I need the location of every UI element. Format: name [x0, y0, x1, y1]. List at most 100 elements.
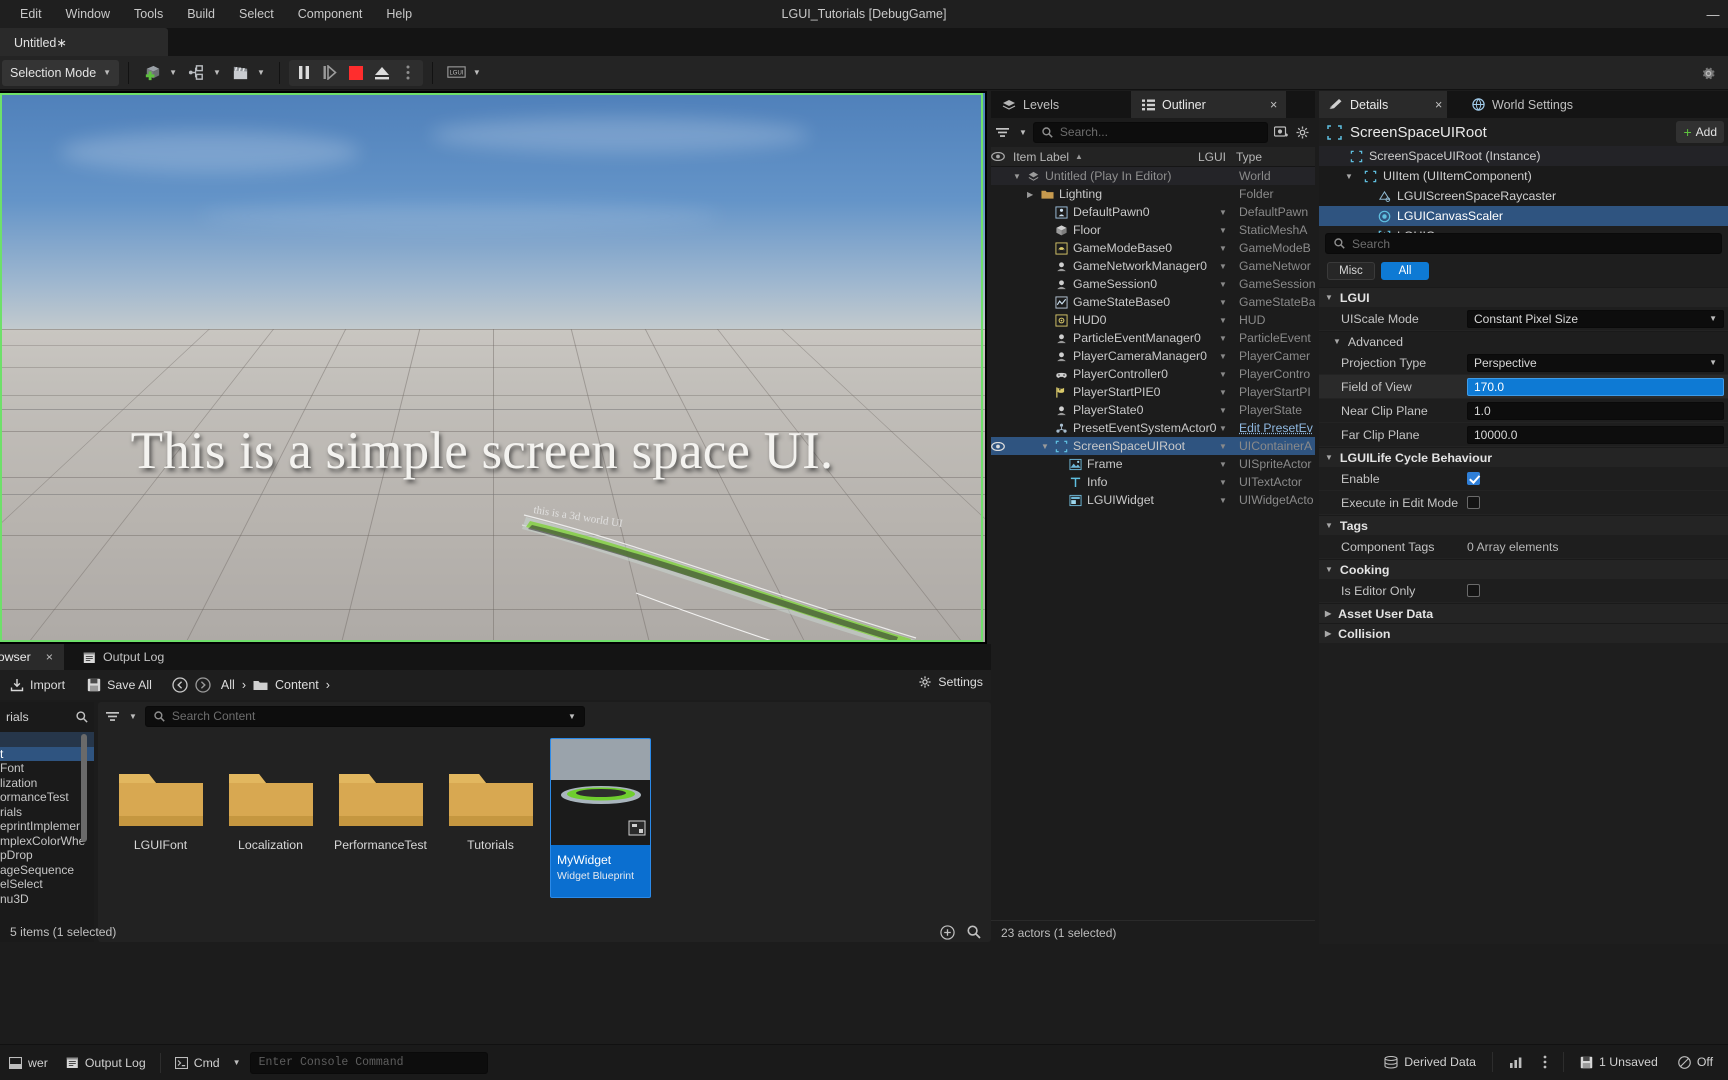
performance-button[interactable] — [1500, 1050, 1532, 1074]
pause-button[interactable] — [291, 61, 317, 85]
row-chevron-down-icon[interactable]: ▼ — [1219, 460, 1227, 469]
property-category-advanced[interactable]: ▼ Advanced — [1319, 331, 1728, 351]
status-more-button[interactable] — [1534, 1050, 1556, 1074]
outliner-row-preseteventsystemactor0[interactable]: PresetEventSystemActor0 ▼ Edit PresetEv — [991, 419, 1315, 437]
row-chevron-down-icon[interactable]: ▼ — [1219, 334, 1227, 343]
asset-search-input[interactable]: Search Content ▼ — [144, 705, 585, 727]
source-tree-item[interactable]: t — [0, 746, 94, 761]
forward-button[interactable] — [195, 677, 211, 693]
outliner-close-button[interactable]: × — [1259, 91, 1288, 118]
add-component-button[interactable]: + Add — [1676, 121, 1724, 143]
stop-button[interactable] — [343, 61, 369, 85]
outliner-settings-button[interactable] — [1295, 125, 1310, 140]
close-icon[interactable]: × — [46, 650, 53, 664]
editor-settings-button[interactable] — [1694, 56, 1722, 90]
expander-icon[interactable]: ▶ — [1027, 190, 1040, 199]
outliner-search-input[interactable]: Search... — [1032, 121, 1268, 143]
row-chevron-down-icon[interactable]: ▼ — [1219, 352, 1227, 361]
menu-item-tools[interactable]: Tools — [122, 0, 175, 28]
column-lgui[interactable]: LGUI — [1198, 150, 1226, 164]
derived-data-button[interactable]: Derived Data — [1375, 1050, 1485, 1074]
outliner-row-gamestatebase0[interactable]: GameStateBase0 ▼ GameStateBa — [991, 293, 1315, 311]
source-tree-item[interactable]: mplexColorWhe — [0, 834, 94, 849]
menu-item-select[interactable]: Select — [227, 0, 286, 28]
more-options-button[interactable] — [395, 61, 421, 85]
outliner-row-particleeventmanager0[interactable]: ParticleEventManager0 ▼ ParticleEvent — [991, 329, 1315, 347]
details-search-input[interactable]: Search — [1325, 233, 1722, 254]
row-chevron-down-icon[interactable]: ▼ — [1219, 208, 1227, 217]
source-tree-item[interactable] — [0, 732, 94, 747]
row-chevron-down-icon[interactable]: ▼ — [1219, 316, 1227, 325]
outliner-row-gamenetworkmanager0[interactable]: GameNetworkManager0 ▼ GameNetwor — [991, 257, 1315, 275]
outliner-list[interactable]: ▼ Untitled (Play In Editor) World ▶ Lighting… — [991, 167, 1315, 926]
source-tree-item[interactable]: pDrop — [0, 848, 94, 863]
import-button[interactable]: Import — [4, 674, 71, 696]
breadcrumb-all[interactable]: All — [221, 678, 235, 692]
checkbox[interactable] — [1467, 584, 1480, 597]
folder-tile[interactable]: Tutorials — [440, 738, 541, 898]
blueprint-button[interactable]: ▼ — [182, 60, 226, 86]
menu-item-help[interactable]: Help — [374, 0, 424, 28]
tab-content-browser[interactable]: owser × — [0, 644, 64, 670]
tab-world-settings[interactable]: World Settings — [1462, 91, 1583, 118]
column-type[interactable]: Type — [1236, 150, 1262, 164]
create-actor-button[interactable]: ▼ — [138, 60, 182, 86]
details-properties[interactable]: ▼ LGUI UIScale Mode Constant Pixel Size ▼ ▼ Ad… — [1319, 287, 1728, 927]
chevron-right-icon[interactable]: ▶ — [1325, 609, 1331, 618]
sources-scrollbar[interactable] — [81, 734, 87, 842]
outliner-row-info[interactable]: Info ▼ UITextActor — [991, 473, 1315, 491]
outliner-row-playercontroller0[interactable]: PlayerController0 ▼ PlayerContro — [991, 365, 1315, 383]
frame-step-button[interactable] — [317, 61, 343, 85]
asset-tile-mywidget[interactable]: MyWidget Widget Blueprint — [550, 738, 651, 898]
row-chevron-down-icon[interactable]: ▼ — [1219, 406, 1227, 415]
cinematics-button[interactable]: ▼ — [226, 60, 270, 86]
row-chevron-down-icon[interactable]: ▼ — [1219, 496, 1227, 505]
property-number-input[interactable]: 10000.0 — [1467, 425, 1724, 444]
back-button[interactable] — [172, 677, 188, 693]
outliner-row-defaultpawn0[interactable]: DefaultPawn0 ▼ DefaultPawn — [991, 203, 1315, 221]
level-viewport[interactable]: This is a simple screen space UI. this i… — [0, 91, 987, 644]
row-chevron-down-icon[interactable]: ▼ — [1219, 226, 1227, 235]
save-all-button[interactable]: Save All — [81, 674, 158, 696]
menu-item-window[interactable]: Window — [54, 0, 122, 28]
row-chevron-down-icon[interactable]: ▼ — [1219, 370, 1227, 379]
source-tree-item[interactable]: elSelect — [0, 877, 94, 892]
sources-search-button[interactable] — [76, 711, 88, 723]
source-tree-item[interactable]: lization — [0, 776, 94, 791]
content-drawer-button[interactable]: wer — [0, 1051, 57, 1075]
row-chevron-down-icon[interactable]: ▼ — [1219, 280, 1227, 289]
outliner-filter-button[interactable]: ▼ — [996, 127, 1027, 138]
cmd-dropdown[interactable]: Cmd ▼ — [166, 1051, 250, 1075]
source-tree-item[interactable]: ageSequence — [0, 863, 94, 878]
tab-levels[interactable]: Levels — [991, 91, 1123, 118]
tab-output-log[interactable]: Output Log — [72, 644, 175, 670]
content-browser-settings-button[interactable]: Settings — [918, 675, 983, 689]
property-category-asset-user-data[interactable]: ▶ Asset User Data — [1319, 603, 1728, 623]
outliner-row-hud0[interactable]: HUD0 ▼ HUD — [991, 311, 1315, 329]
property-category-lgui[interactable]: ▼ LGUI — [1319, 287, 1728, 307]
outliner-row-lighting[interactable]: ▶ Lighting Folder — [991, 185, 1315, 203]
minimize-button[interactable]: — — [1698, 0, 1728, 28]
component-row-screenspaceuiroot-instance[interactable]: ScreenSpaceUIRoot (Instance) — [1319, 146, 1728, 166]
property-category-cooking[interactable]: ▼ Cooking — [1319, 559, 1728, 579]
console-command-input[interactable]: Enter Console Command — [249, 1051, 488, 1074]
filter-all-button[interactable]: All — [1381, 262, 1429, 280]
folder-tile[interactable]: LGUIFont — [110, 738, 211, 898]
lgui-tools-button[interactable]: LGUI ▼ — [442, 60, 486, 86]
chevron-down-icon[interactable]: ▼ — [1325, 521, 1333, 530]
unsaved-button[interactable]: 1 Unsaved — [1571, 1050, 1667, 1074]
chevron-down-icon[interactable]: ▼ — [1325, 565, 1333, 574]
outliner-row-floor[interactable]: Floor ▼ StaticMeshA — [991, 221, 1315, 239]
source-tree-item[interactable]: nu3D — [0, 892, 94, 907]
source-tree-item[interactable]: ormanceTest — [0, 790, 94, 805]
chevron-down-icon[interactable]: ▼ — [568, 712, 576, 721]
row-chevron-down-icon[interactable]: ▼ — [1219, 298, 1227, 307]
expander-icon[interactable]: ▼ — [1345, 172, 1357, 181]
row-chevron-down-icon[interactable]: ▼ — [1219, 388, 1227, 397]
expander-icon[interactable]: ▼ — [1041, 442, 1054, 451]
outliner-row-playerstartpie0[interactable]: PlayerStartPIE0 ▼ PlayerStartPI — [991, 383, 1315, 401]
source-tree-item[interactable]: eprintImplemer — [0, 819, 94, 834]
details-close-button[interactable]: × — [1425, 91, 1452, 118]
chevron-down-icon[interactable]: ▼ — [1325, 453, 1333, 462]
property-category-collision[interactable]: ▶ Collision — [1319, 623, 1728, 643]
